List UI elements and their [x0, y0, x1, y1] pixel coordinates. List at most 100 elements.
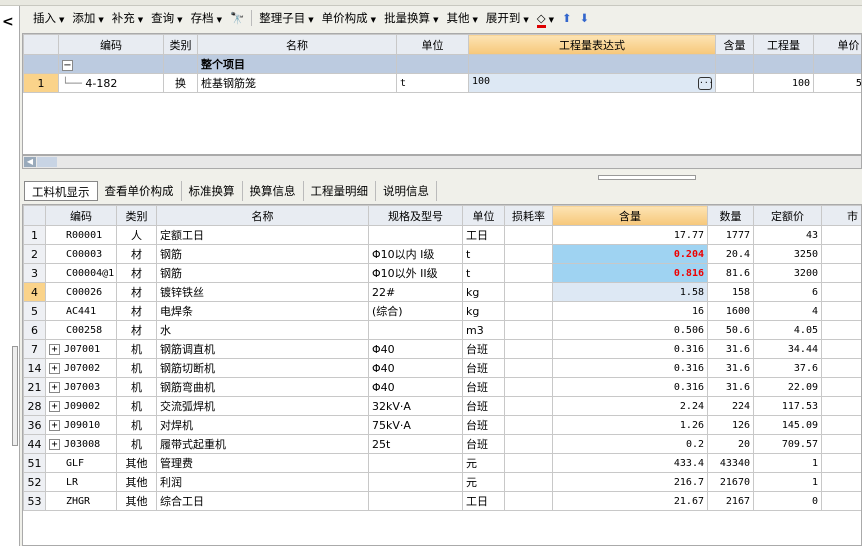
collapse-button[interactable]: < [2, 14, 14, 30]
expand-toggle[interactable]: + [49, 343, 60, 355]
top-header-cell[interactable]: 工程量表达式 [468, 34, 716, 55]
ellipsis-button[interactable]: ··· [698, 77, 713, 90]
resource-header-cell[interactable]: 单位 [462, 205, 505, 226]
cell-expr[interactable]: 100 ··· [468, 73, 716, 93]
toolbar-items2-1-button[interactable]: 单价构成 ▼ [319, 10, 379, 26]
group-row[interactable]: − 整个项目 [23, 54, 861, 74]
cell-content[interactable]: 21.67 [552, 491, 708, 511]
cell-content-text: 0.2 [685, 438, 704, 450]
toolbar-items-3-button[interactable]: 查询 ▼ [148, 10, 185, 26]
toolbar-items-0-button[interactable]: 插入 ▼ [30, 10, 67, 26]
scroll-left-button[interactable]: ◀ [24, 157, 36, 167]
resource-header-cell[interactable]: 名称 [156, 205, 369, 226]
expand-toggle[interactable]: + [49, 400, 60, 412]
resource-header-cell[interactable]: 含量 [552, 205, 708, 226]
table-row[interactable]: 51 GLF 其他 管理费 元 433.4 43340 1 [23, 453, 861, 473]
table-row[interactable]: 3 C00004@1 材 钢筋 Φ10以外 II级 t 0.816 81.6 3200 [23, 263, 861, 283]
cell-content[interactable]: 0.316 [552, 339, 708, 359]
resource-header-cell[interactable]: 规格及型号 [368, 205, 463, 226]
top-header-cell[interactable]: 工程量 [753, 34, 814, 55]
cell-name: 履带式起重机 [156, 434, 369, 454]
resource-header-cell[interactable]: 定额价 [753, 205, 822, 226]
table-row[interactable]: 2 C00003 材 钢筋 Φ10以内 I级 t 0.204 20.4 3250 [23, 244, 861, 264]
table-row[interactable]: 53 ZHGR 其他 综合工日 工日 21.67 2167 0 [23, 491, 861, 511]
cell-spec: Φ40 [368, 339, 463, 359]
cell-code: C00003 [45, 244, 117, 264]
cell-qty: 81.6 [707, 263, 754, 283]
cell-type-text: 机 [131, 343, 142, 356]
resource-header-cell[interactable]: 数量 [707, 205, 754, 226]
table-row[interactable]: 44 + J03008 机 履带式起重机 25t 台班 0.2 20 709.57 [23, 434, 861, 454]
left-scrollbar[interactable] [12, 346, 18, 446]
table-row[interactable]: 1 └── 4-182 换 桩基钢筋笼 t 100 ··· 100 5381 [23, 73, 861, 93]
move-up-icon[interactable]: ⬆ [559, 11, 575, 25]
toolbar-items-4-button[interactable]: 存档 ▼ [188, 10, 225, 26]
toolbar-items2-0-button[interactable]: 整理子目 ▼ [256, 10, 316, 26]
expand-toggle[interactable]: + [49, 362, 60, 374]
resource-header-cell[interactable]: 损耗率 [504, 205, 553, 226]
resource-header-cell[interactable]: 类别 [116, 205, 157, 226]
cell-no-text: 6 [31, 323, 38, 337]
table-row[interactable]: 5 AC441 材 电焊条 (综合) kg 16 1600 4 [23, 301, 861, 321]
resource-header-cell[interactable] [23, 205, 46, 226]
resource-header-cell[interactable]: 编码 [45, 205, 117, 226]
top-header-cell[interactable]: 类别 [163, 34, 198, 55]
cell-name: 对焊机 [156, 415, 369, 435]
cell-content[interactable]: 0.204 [552, 244, 708, 264]
cell-content[interactable]: 0.506 [552, 320, 708, 340]
cell-price-text: 22.09 [787, 381, 818, 393]
table-row[interactable]: 4 C00026 材 镀锌铁丝 22# kg 1.58 158 6 [23, 282, 861, 302]
horizontal-scrollbar[interactable]: ◀ [22, 155, 862, 169]
cell-content[interactable]: 16 [552, 301, 708, 321]
cell-content[interactable]: 0.2 [552, 434, 708, 454]
toolbar-items-2-button[interactable]: 补充 ▼ [109, 10, 146, 26]
toolbar-items2-4-button[interactable]: 展开到 ▼ [483, 10, 532, 26]
find-binoculars-icon[interactable]: 🔭 [227, 11, 247, 25]
tab-5[interactable]: 说明信息 [376, 181, 437, 201]
table-row[interactable]: 1 R00001 人 定额工日 工日 17.77 1777 43 [23, 225, 861, 245]
collapse-toggle[interactable]: − [62, 59, 73, 71]
table-row[interactable]: 28 + J09002 机 交流弧焊机 32kV·A 台班 2.24 224 117.53 [23, 396, 861, 416]
tab-2[interactable]: 标准换算 [182, 181, 243, 201]
table-row[interactable]: 14 + J07002 机 钢筋切断机 Φ40 台班 0.316 31.6 37.6 [23, 358, 861, 378]
cell-content[interactable]: 1.26 [552, 415, 708, 435]
table-row[interactable]: 7 + J07001 机 钢筋调直机 Φ40 台班 0.316 31.6 34.44 [23, 339, 861, 359]
cell-type-text: 材 [131, 267, 142, 280]
move-down-icon[interactable]: ⬇ [577, 11, 593, 25]
top-header-cell[interactable]: 名称 [197, 34, 397, 55]
expand-toggle[interactable]: + [49, 419, 60, 431]
fill-color-icon[interactable]: ◇ ▼ [534, 11, 557, 28]
top-header-cell[interactable]: 编码 [58, 34, 164, 55]
resource-header-cell[interactable]: 市 [821, 205, 861, 226]
tab-3[interactable]: 换算信息 [243, 181, 304, 201]
cell-no: 4 [23, 282, 46, 302]
toolbar-items2-2-button[interactable]: 批量换算 ▼ [381, 10, 441, 26]
top-header-cell[interactable]: 含量 [715, 34, 754, 55]
expand-toggle[interactable]: + [49, 381, 60, 393]
cell-content[interactable]: 433.4 [552, 453, 708, 473]
tab-4[interactable]: 工程量明细 [304, 181, 376, 201]
table-row[interactable]: 52 LR 其他 利润 元 216.7 21670 1 [23, 472, 861, 492]
table-row[interactable]: 6 C00258 材 水 m3 0.506 50.6 4.05 [23, 320, 861, 340]
cell-spec: (综合) [368, 301, 463, 321]
top-header-cell[interactable]: 单价 [813, 34, 861, 55]
top-header-cell[interactable]: 单位 [396, 34, 469, 55]
cell-content[interactable]: 216.7 [552, 472, 708, 492]
scroll-thumb[interactable] [37, 157, 57, 167]
cell-qty: 31.6 [707, 358, 754, 378]
toolbar-items-1-button[interactable]: 添加 ▼ [69, 10, 106, 26]
tab-1[interactable]: 查看单价构成 [98, 181, 182, 201]
tab-0[interactable]: 工料机显示 [24, 181, 98, 201]
cell-content[interactable]: 1.58 [552, 282, 708, 302]
cell-content[interactable]: 0.316 [552, 358, 708, 378]
toolbar-items2-3-button[interactable]: 其他 ▼ [443, 10, 480, 26]
expand-toggle[interactable]: + [49, 438, 60, 450]
cell-content[interactable]: 17.77 [552, 225, 708, 245]
cell-content[interactable]: 2.24 [552, 396, 708, 416]
top-header-cell[interactable] [23, 34, 59, 55]
cell-content[interactable]: 0.816 [552, 263, 708, 283]
cell-content[interactable]: 0.316 [552, 377, 708, 397]
table-row[interactable]: 21 + J07003 机 钢筋弯曲机 Φ40 台班 0.316 31.6 22.09 [23, 377, 861, 397]
panel-splitter[interactable] [598, 175, 696, 180]
table-row[interactable]: 36 + J09010 机 对焊机 75kV·A 台班 1.26 126 145.09 [23, 415, 861, 435]
